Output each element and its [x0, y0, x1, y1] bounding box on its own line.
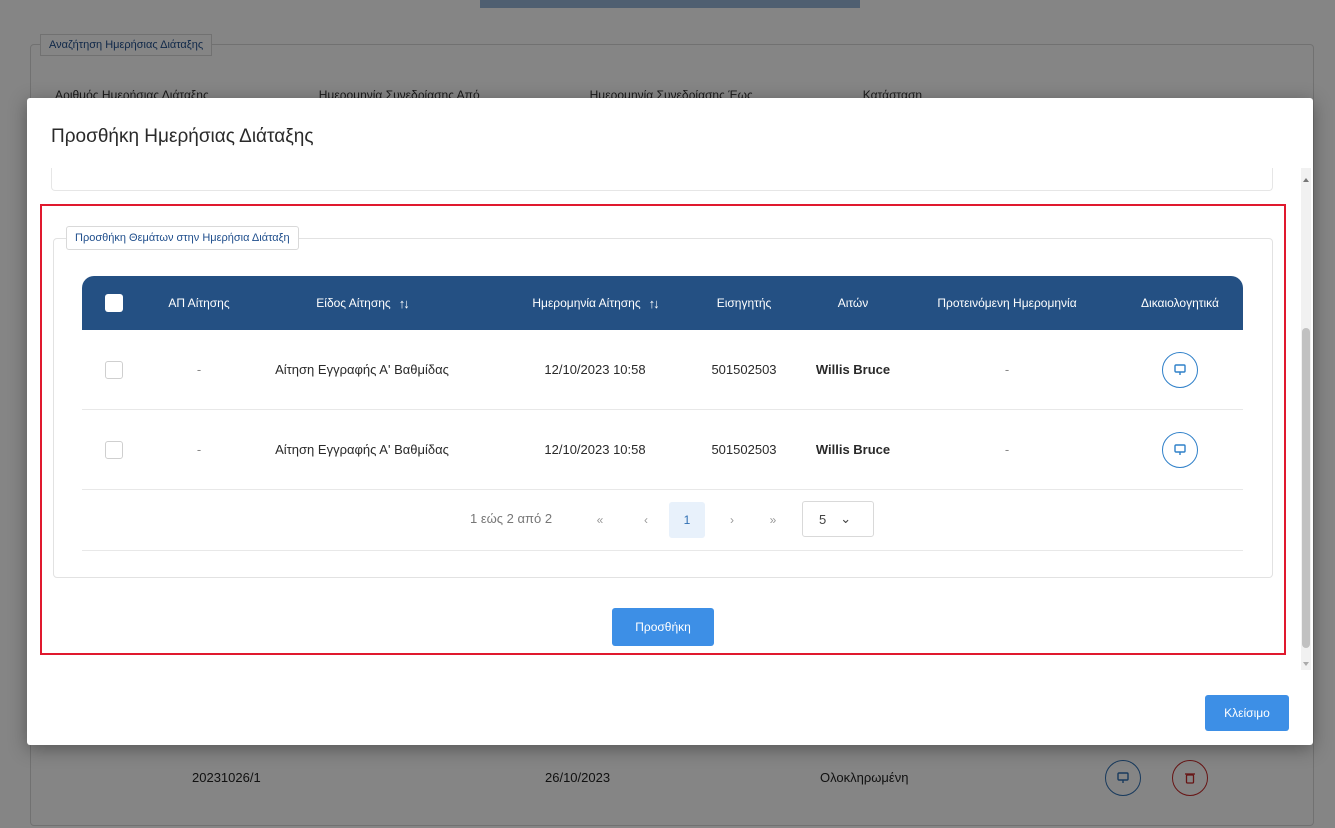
- scroll-down-icon[interactable]: [1303, 662, 1309, 666]
- close-button[interactable]: Κλείσιμο: [1205, 695, 1289, 731]
- modal-title: Προσθήκη Ημερήσιας Διάταξης: [51, 126, 314, 147]
- modal-scrollbar[interactable]: [1301, 168, 1311, 670]
- scrollbar-thumb[interactable]: [1302, 328, 1310, 648]
- scroll-up-icon[interactable]: [1303, 178, 1309, 182]
- previous-section-box: [51, 168, 1273, 191]
- highlight-box: [40, 204, 1286, 655]
